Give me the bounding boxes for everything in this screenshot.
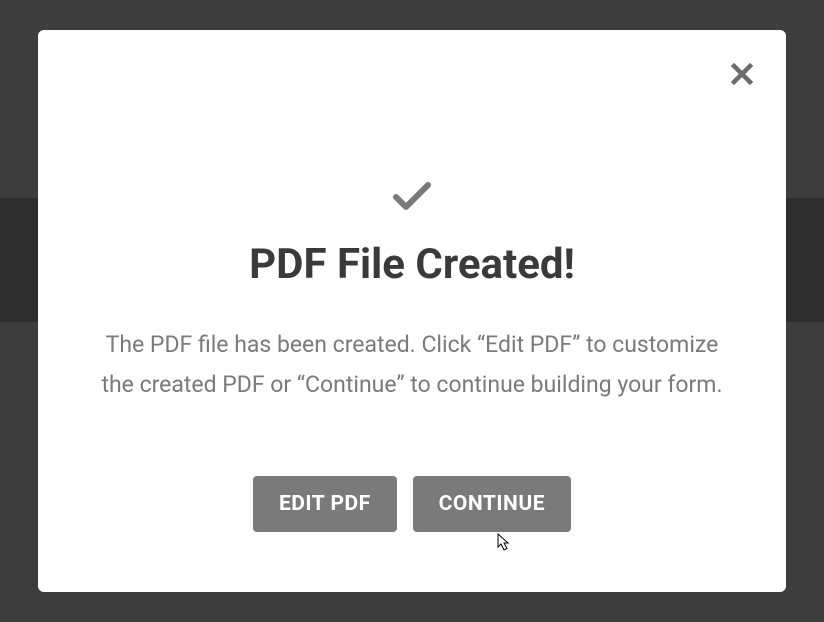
edit-pdf-button[interactable]: EDIT PDF [253,476,397,532]
modal-button-row: EDIT PDF CONTINUE [88,476,736,532]
modal-description: The PDF file has been created. Click “Ed… [88,325,736,406]
pdf-created-modal: PDF File Created! The PDF file has been … [38,30,786,592]
modal-title: PDF File Created! [88,240,736,289]
close-icon [730,62,754,86]
continue-button[interactable]: CONTINUE [413,476,571,532]
check-icon [88,180,736,212]
close-button[interactable] [726,58,758,90]
